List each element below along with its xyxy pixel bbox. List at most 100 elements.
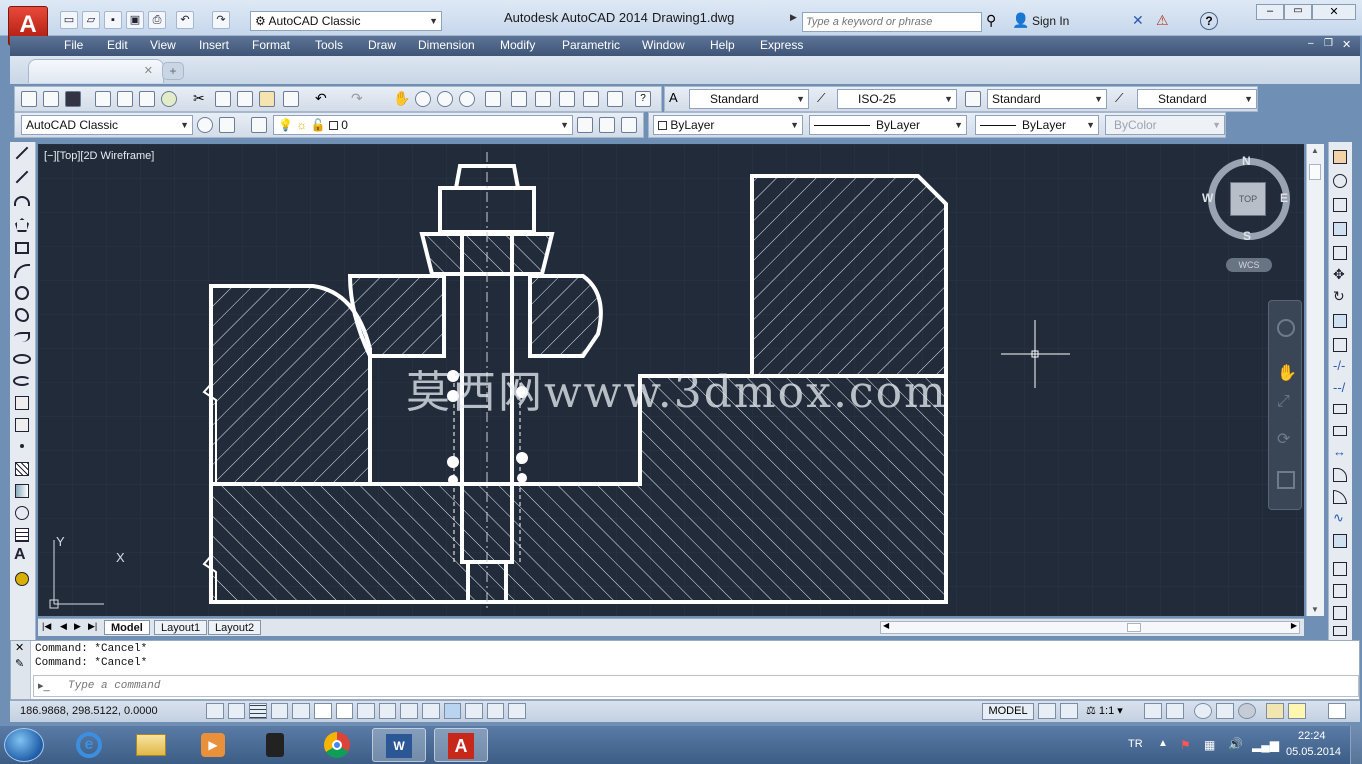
revision-cloud-icon[interactable] <box>15 308 29 322</box>
internet-explorer-icon[interactable]: e <box>62 728 116 762</box>
table-style-combo[interactable]: Standard ▼ <box>987 89 1107 109</box>
polygon-icon[interactable] <box>15 218 29 232</box>
doc-minimize-icon[interactable]: – <box>1308 38 1314 49</box>
toolbar-lock-icon[interactable] <box>1216 703 1234 719</box>
connect-icon[interactable]: ⚠ <box>1156 12 1169 29</box>
model-viewport[interactable]: [−][Top][2D Wireframe] X Y 莫西网www.3dmox.… <box>38 144 1304 616</box>
block-editor-icon[interactable] <box>283 91 299 107</box>
last-tab-icon[interactable]: ▶| <box>88 621 97 632</box>
pan-icon[interactable]: ✋ <box>393 91 410 107</box>
steering-wheel-icon[interactable] <box>1277 319 1295 337</box>
publish-icon[interactable] <box>139 91 155 107</box>
line-icon[interactable] <box>15 146 29 160</box>
hardware-acceleration-icon[interactable] <box>1238 703 1256 719</box>
match-properties-icon[interactable] <box>259 91 275 107</box>
start-button[interactable] <box>4 728 44 762</box>
lineweight-icon[interactable] <box>421 703 440 719</box>
arc-icon[interactable] <box>14 264 30 278</box>
flag-icon[interactable]: ⚑ <box>1180 738 1191 752</box>
chrome-icon[interactable] <box>310 728 364 762</box>
quickcalc-icon[interactable] <box>607 91 623 107</box>
undo-icon[interactable]: ↶ <box>176 11 194 29</box>
ortho-mode-icon[interactable] <box>270 703 289 719</box>
menu-parametric[interactable]: Parametric <box>562 38 620 52</box>
circle-icon[interactable] <box>15 286 29 300</box>
3d-dwf-icon[interactable] <box>161 91 177 107</box>
qnew-icon[interactable] <box>21 91 37 107</box>
layer-combo[interactable]: 💡 ☼ 🔓 0 ▼ <box>273 115 573 135</box>
menu-insert[interactable]: Insert <box>199 38 229 52</box>
file-tab[interactable]: ✕ <box>28 59 164 83</box>
close-button[interactable]: ✕ <box>1312 4 1356 20</box>
fillet-icon[interactable] <box>1333 490 1347 504</box>
compass-west[interactable]: W <box>1202 191 1213 205</box>
close-icon[interactable]: ✕ <box>15 641 24 654</box>
polyline-icon[interactable] <box>14 196 30 206</box>
multiline-text-icon[interactable]: A <box>14 546 26 564</box>
help-button[interactable]: ? <box>1200 12 1218 30</box>
grid-display-icon[interactable] <box>249 703 267 719</box>
horizontal-scrollbar[interactable]: ◀ ▶ <box>880 621 1300 634</box>
point-icon[interactable] <box>20 444 24 448</box>
object-snap-tracking-icon[interactable] <box>357 703 375 719</box>
model-space-button[interactable]: MODEL <box>982 703 1034 720</box>
menu-dimension[interactable]: Dimension <box>418 38 475 52</box>
menu-window[interactable]: Window <box>642 38 685 52</box>
layer-states-icon[interactable] <box>621 117 637 133</box>
explode-icon[interactable] <box>1333 534 1347 548</box>
text-front-icon[interactable] <box>1333 626 1347 636</box>
scroll-left-icon[interactable]: ◀ <box>883 621 889 630</box>
annotation-scale[interactable]: ⚖ 1:1 ▾ <box>1086 704 1123 717</box>
plot-icon[interactable] <box>95 91 111 107</box>
tab-layout1[interactable]: Layout1 <box>154 620 208 635</box>
erase-icon[interactable] <box>1333 150 1347 164</box>
save-icon[interactable] <box>65 91 81 107</box>
open-icon[interactable] <box>43 91 59 107</box>
cut-icon[interactable]: ✂ <box>193 91 209 107</box>
design-center-icon[interactable] <box>511 91 527 107</box>
move-icon[interactable]: ✥ <box>1333 266 1345 283</box>
clock-time[interactable]: 22:24 <box>1298 730 1326 742</box>
annotation-monitor-icon[interactable] <box>508 703 526 719</box>
lineweight-combo[interactable]: ByLayer ▼ <box>975 115 1099 135</box>
workspace-combo[interactable]: ⚙ AutoCAD Classic ▼ <box>250 11 442 31</box>
camera-app-icon[interactable] <box>248 728 302 762</box>
maximize-button[interactable]: ▭ <box>1284 4 1312 20</box>
doc-restore-icon[interactable]: ❐ <box>1324 38 1333 49</box>
first-tab-icon[interactable]: |◀ <box>42 621 51 632</box>
sheet-set-icon[interactable] <box>559 91 575 107</box>
workspace-settings-icon[interactable] <box>197 117 213 133</box>
annotation-visibility-icon[interactable] <box>1144 703 1162 719</box>
wrench-icon[interactable]: ✎ <box>15 657 24 670</box>
gradient-icon[interactable] <box>15 484 29 498</box>
mirror-icon[interactable] <box>1333 198 1347 212</box>
construction-line-icon[interactable] <box>15 170 29 184</box>
compass-south[interactable]: S <box>1243 229 1251 243</box>
show-hidden-icons[interactable]: ▲ <box>1158 738 1168 749</box>
menu-draw[interactable]: Draw <box>368 38 396 52</box>
autocad-icon[interactable]: A <box>434 728 488 762</box>
quick-view-layouts-icon[interactable] <box>1038 703 1056 719</box>
scroll-right-icon[interactable]: ▶ <box>1291 621 1297 630</box>
blend-curves-icon[interactable]: ∿ <box>1333 510 1344 526</box>
preview-icon[interactable] <box>117 91 133 107</box>
ellipse-arc-icon[interactable] <box>13 376 31 386</box>
insert-block-icon[interactable] <box>15 396 29 410</box>
help-icon[interactable]: ? <box>635 91 651 107</box>
send-back-icon[interactable] <box>1333 606 1347 620</box>
break-at-point-icon[interactable] <box>1333 404 1347 414</box>
wcs-menu[interactable]: WCS <box>1226 258 1272 272</box>
zoom-window-icon[interactable] <box>437 91 453 107</box>
vertical-scrollbar[interactable]: ▲ ▼ <box>1306 144 1324 616</box>
save-as-icon[interactable]: ▣ <box>126 11 144 29</box>
join-icon[interactable]: ↔ <box>1333 444 1346 459</box>
spline-icon[interactable] <box>14 332 30 342</box>
signal-icon[interactable]: ▂▄▆ <box>1252 738 1279 752</box>
rotate-icon[interactable]: ↻ <box>1333 288 1345 305</box>
orbit-icon[interactable]: ⟳ <box>1277 429 1290 449</box>
scroll-down-icon[interactable]: ▼ <box>1311 605 1319 614</box>
quick-properties-icon[interactable] <box>465 703 483 719</box>
file-explorer-icon[interactable] <box>124 728 178 762</box>
minimize-button[interactable]: – <box>1256 4 1284 20</box>
workspace-switching-icon[interactable] <box>1194 703 1212 719</box>
